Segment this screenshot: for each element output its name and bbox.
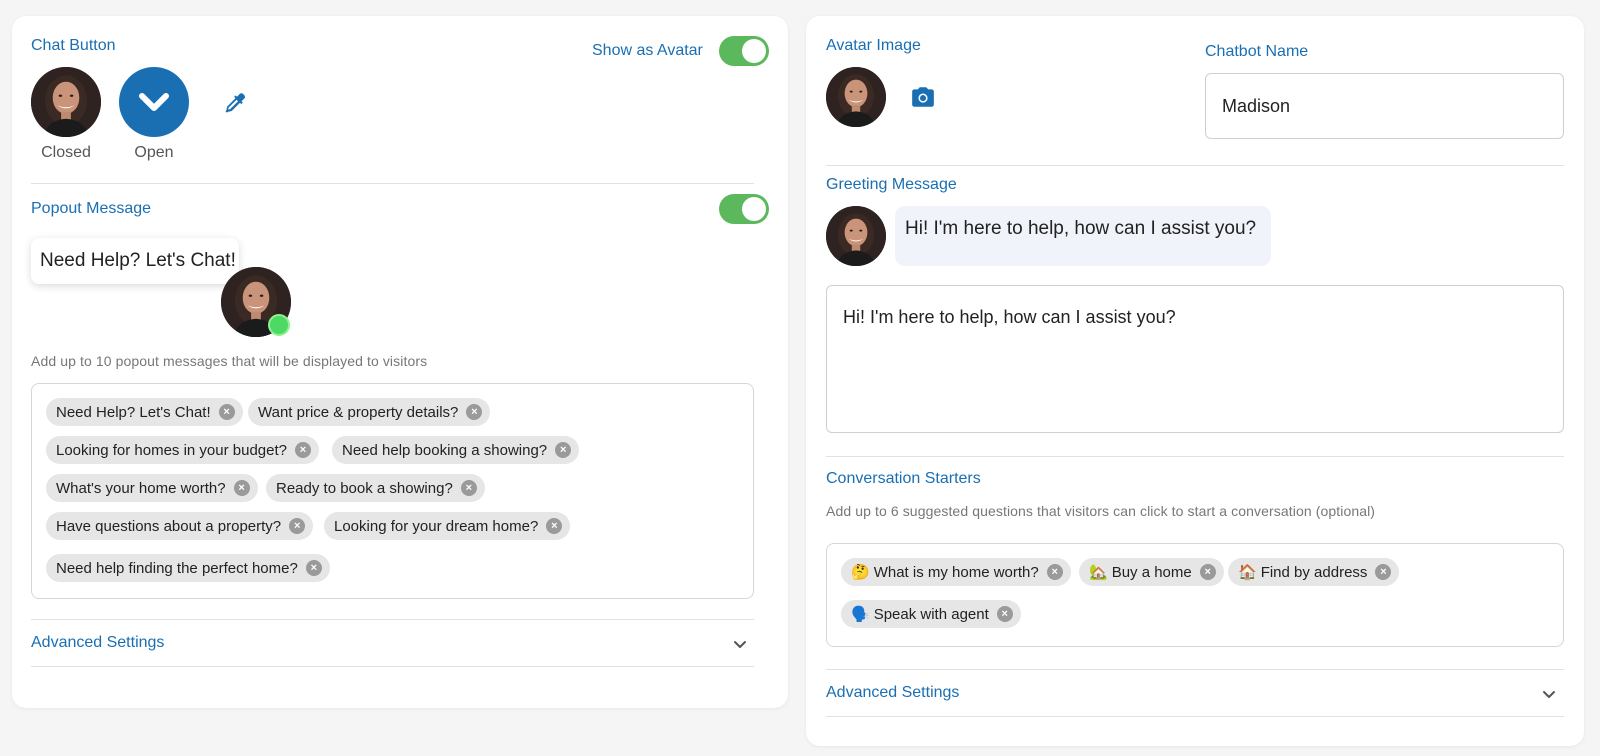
greeting-message-label: Greeting Message: [826, 176, 957, 193]
remove-chip-icon[interactable]: ×: [294, 442, 311, 458]
chat-button-label: Chat Button: [31, 37, 116, 54]
remove-chip-icon[interactable]: ×: [460, 480, 477, 496]
starter-chip: 🤔 What is my home worth? ×: [841, 558, 1071, 586]
portrait-illustration: [826, 206, 886, 266]
divider: [826, 165, 1564, 166]
popout-chip: Need Help? Let's Chat! ×: [46, 398, 243, 426]
conversation-starters-input[interactable]: 🤔 What is my home worth? × 🏡 Buy a home × 🏠 F…: [826, 543, 1564, 647]
popout-chip: Looking for your dream home? ×: [324, 512, 571, 540]
eyedropper-icon[interactable]: [222, 90, 248, 116]
popout-advanced-settings-toggle[interactable]: Advanced Settings: [31, 620, 754, 666]
closed-label: Closed: [41, 144, 91, 161]
closed-avatar[interactable]: [31, 67, 101, 137]
portrait-illustration: [31, 67, 101, 137]
conversation-starters-hint: Add up to 6 suggested questions that vis…: [826, 503, 1376, 519]
remove-chip-icon[interactable]: ×: [996, 606, 1013, 622]
popout-hint: Add up to 10 popout messages that will b…: [31, 353, 428, 369]
greeting-avatar: [826, 206, 886, 266]
popout-chip: Looking for homes in your budget? ×: [46, 436, 319, 464]
popout-chip: Need help finding the perfect home? ×: [46, 554, 330, 582]
remove-chip-icon[interactable]: ×: [1375, 564, 1392, 580]
greeting-message-textarea[interactable]: Hi! I'm here to help, how can I assist y…: [826, 285, 1564, 433]
open-chat-button-preview[interactable]: [119, 67, 189, 137]
chevron-down-icon: [139, 93, 169, 111]
chatbot-profile-card: Avatar Image Chatbot Name Madison Greeti…: [806, 16, 1584, 746]
open-label: Open: [134, 144, 174, 161]
remove-chip-icon[interactable]: ×: [305, 560, 322, 576]
chat-button-settings-card: Chat Button Show as Avatar Closed Open P…: [12, 16, 788, 708]
remove-chip-icon[interactable]: ×: [233, 480, 250, 496]
advanced-settings-label: Advanced Settings: [826, 684, 960, 701]
remove-chip-icon[interactable]: ×: [1046, 564, 1063, 580]
popout-chip: Need help booking a showing? ×: [332, 436, 580, 464]
advanced-settings-label: Advanced Settings: [31, 634, 165, 651]
camera-icon[interactable]: [910, 84, 936, 110]
remove-chip-icon[interactable]: ×: [289, 518, 306, 534]
house-icon: 🏠: [1238, 564, 1257, 581]
speaking-head-icon: 🗣️: [851, 606, 870, 623]
remove-chip-icon[interactable]: ×: [555, 442, 572, 458]
remove-chip-icon[interactable]: ×: [546, 518, 563, 534]
conversation-starters-label: Conversation Starters: [826, 470, 981, 487]
remove-chip-icon[interactable]: ×: [1199, 564, 1216, 580]
thinking-face-icon: 🤔: [851, 564, 870, 581]
popout-chip: Have questions about a property? ×: [46, 512, 314, 540]
divider: [826, 456, 1564, 457]
avatar-image-label: Avatar Image: [826, 37, 921, 54]
divider: [31, 183, 754, 184]
avatar-image[interactable]: [826, 67, 886, 127]
greeting-preview-bubble: Hi! I'm here to help, how can I assist y…: [895, 206, 1271, 266]
remove-chip-icon[interactable]: ×: [218, 404, 235, 420]
divider: [31, 666, 754, 667]
remove-chip-icon[interactable]: ×: [466, 404, 483, 420]
divider: [826, 716, 1564, 717]
popout-chip: What's your home worth? ×: [46, 474, 258, 502]
house-with-garden-icon: 🏡: [1089, 564, 1108, 581]
popout-message-toggle[interactable]: [719, 194, 769, 224]
chatbot-name-input[interactable]: Madison: [1205, 73, 1564, 139]
popout-messages-input[interactable]: Need Help? Let's Chat! × Want price & pro…: [31, 383, 754, 599]
show-as-avatar-label: Show as Avatar: [592, 42, 703, 59]
popout-chip: Want price & property details? ×: [248, 398, 491, 426]
portrait-illustration: [826, 67, 886, 127]
online-status-indicator: [268, 314, 290, 336]
popout-message-label: Popout Message: [31, 200, 152, 217]
chevron-down-icon: [1543, 691, 1555, 698]
chevron-down-icon: [734, 641, 746, 648]
starter-chip: 🏠 Find by address ×: [1228, 558, 1400, 586]
popout-preview-bubble: Need Help? Let's Chat!: [31, 238, 239, 284]
starter-chip: 🏡 Buy a home ×: [1079, 558, 1224, 586]
popout-chip: Ready to book a showing? ×: [266, 474, 485, 502]
starters-advanced-settings-toggle[interactable]: Advanced Settings: [826, 670, 1564, 716]
chatbot-name-label: Chatbot Name: [1205, 43, 1309, 60]
starter-chip: 🗣️ Speak with agent ×: [841, 600, 1021, 628]
show-as-avatar-toggle[interactable]: [719, 36, 769, 66]
